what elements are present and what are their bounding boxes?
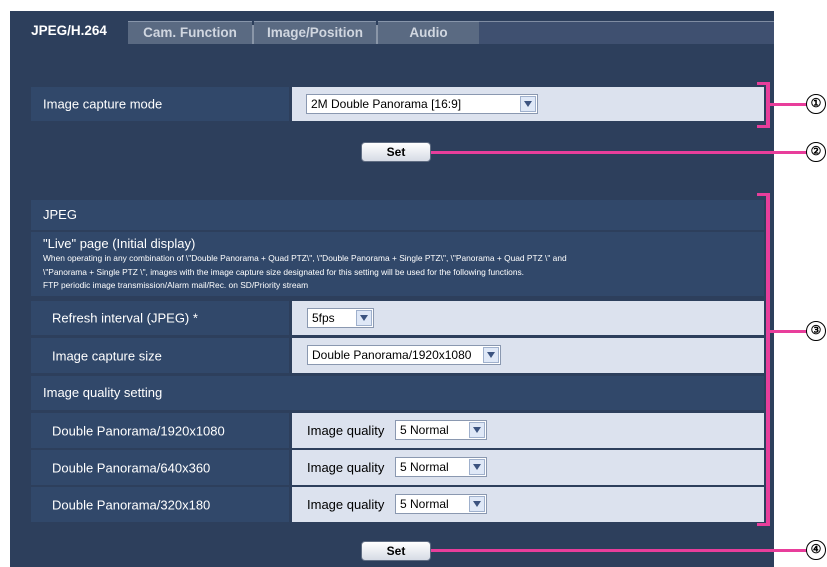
quality-prefix: Image quality xyxy=(307,497,385,512)
callout-marker-4: ④ xyxy=(806,540,826,560)
quality-row-value-cell: Image quality 5 Normal xyxy=(292,413,764,448)
callout-marker-1: ① xyxy=(806,94,826,114)
callout-bracket-3 xyxy=(757,193,770,196)
capture-mode-value-cell: 2M Double Panorama [16:9] xyxy=(292,87,764,121)
capture-size-label: Image capture size xyxy=(52,348,162,363)
quality-prefix: Image quality xyxy=(307,460,385,475)
set-button-2[interactable]: Set xyxy=(361,541,431,561)
capture-size-label-cell: Image capture size xyxy=(31,338,289,373)
capture-size-selected-value: Double Panorama/1920x1080 xyxy=(312,348,472,362)
callout-line-4 xyxy=(431,549,808,552)
live-page-info: "Live" page (Initial display) When opera… xyxy=(31,232,764,296)
live-page-note-line: FTP periodic image transmission/Alarm ma… xyxy=(43,280,309,290)
quality-select[interactable]: 5 Normal xyxy=(395,457,487,477)
quality-selected-value: 5 Normal xyxy=(400,423,449,437)
refresh-interval-select[interactable]: 5fps xyxy=(307,308,374,328)
quality-select[interactable]: 5 Normal xyxy=(395,494,487,514)
refresh-interval-label-cell: Refresh interval (JPEG) * xyxy=(31,301,289,335)
jpeg-section-header: JPEG xyxy=(31,200,764,230)
quality-row-label-cell: Double Panorama/320x180 xyxy=(31,487,289,522)
live-page-note: When operating in any combination of \"D… xyxy=(43,252,761,293)
quality-prefix: Image quality xyxy=(307,423,385,438)
capture-mode-label-cell: Image capture mode xyxy=(31,87,289,121)
quality-row-value-cell: Image quality 5 Normal xyxy=(292,487,764,522)
tab-separator xyxy=(376,25,378,44)
capture-mode-label: Image capture mode xyxy=(43,96,163,112)
callout-bracket-3 xyxy=(757,523,770,526)
chevron-down-icon xyxy=(469,496,485,512)
quality-section-header: Image quality setting xyxy=(31,376,764,410)
live-page-title: "Live" page (Initial display) xyxy=(43,236,196,251)
quality-selected-value: 5 Normal xyxy=(400,497,449,511)
quality-select[interactable]: 5 Normal xyxy=(395,420,487,440)
chevron-down-icon xyxy=(356,310,372,326)
tab-cam-function[interactable]: Cam. Function xyxy=(128,21,252,44)
tab-image-position[interactable]: Image/Position xyxy=(254,21,376,44)
tab-audio[interactable]: Audio xyxy=(378,21,479,44)
tab-separator xyxy=(252,25,254,44)
refresh-interval-value-cell: 5fps xyxy=(292,301,764,335)
jpeg-section-title: JPEG xyxy=(43,207,77,222)
callout-bracket-1 xyxy=(757,82,770,85)
capture-size-select[interactable]: Double Panorama/1920x1080 xyxy=(307,345,501,365)
capture-size-value-cell: Double Panorama/1920x1080 xyxy=(292,338,764,373)
tab-bar-filler xyxy=(479,21,774,44)
callout-line-1 xyxy=(770,103,808,106)
refresh-interval-selected-value: 5fps xyxy=(312,311,335,325)
chevron-down-icon xyxy=(469,459,485,475)
quality-section-title: Image quality setting xyxy=(43,385,163,400)
live-page-note-line: \"Panorama + Single PTZ \", images with … xyxy=(43,266,525,277)
chevron-down-icon xyxy=(483,347,499,363)
chevron-down-icon xyxy=(469,422,485,438)
live-page-note-line: When operating in any combination of \"D… xyxy=(43,253,567,263)
quality-row-label: Double Panorama/320x180 xyxy=(52,497,211,512)
callout-line-2 xyxy=(431,151,808,154)
capture-mode-selected-value: 2M Double Panorama [16:9] xyxy=(311,97,462,111)
callout-marker-2: ② xyxy=(806,142,826,162)
callout-bracket-3 xyxy=(766,193,770,526)
set-button-1[interactable]: Set xyxy=(361,142,431,162)
quality-row-label-cell: Double Panorama/1920x1080 xyxy=(31,413,289,448)
tab-jpeg-h264[interactable]: JPEG/H.264 xyxy=(10,20,128,45)
capture-mode-select[interactable]: 2M Double Panorama [16:9] xyxy=(306,94,538,114)
callout-marker-3: ③ xyxy=(806,321,826,341)
chevron-down-icon xyxy=(520,96,536,112)
refresh-interval-label: Refresh interval (JPEG) * xyxy=(52,310,198,326)
quality-row-label-cell: Double Panorama/640x360 xyxy=(31,450,289,485)
callout-line-3 xyxy=(770,330,808,333)
quality-row-label: Double Panorama/1920x1080 xyxy=(52,423,225,438)
quality-row-label: Double Panorama/640x360 xyxy=(52,460,211,475)
callout-bracket-1 xyxy=(757,125,770,128)
tab-bar: JPEG/H.264 Cam. Function Image/Position … xyxy=(10,11,774,45)
quality-row-value-cell: Image quality 5 Normal xyxy=(292,450,764,485)
quality-selected-value: 5 Normal xyxy=(400,460,449,474)
